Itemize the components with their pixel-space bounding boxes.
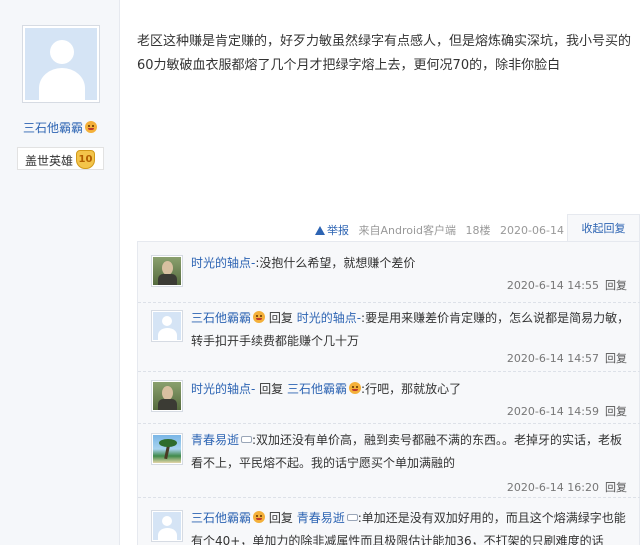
reply-time: 2020-6-14 16:20 [506, 481, 599, 494]
reply-target[interactable]: 青春易逝 [297, 511, 345, 525]
reply-list: 时光的轴点-:没抱什么希望，就想赚个差价 2020-6-14 14:55 回复 三… [137, 241, 640, 545]
post-source: 来自Android客户端 [358, 224, 457, 237]
reply-text: :行吧，那就放心了 [361, 382, 462, 396]
emoji-icon [253, 311, 266, 323]
reply-time: 2020-6-14 14:57 [506, 352, 599, 365]
reply-avatar[interactable] [151, 510, 183, 542]
hand-icon [346, 514, 358, 521]
reply-time: 2020-6-14 14:55 [506, 279, 599, 292]
reply-button[interactable]: 回复 [605, 481, 627, 494]
reply-text: :双加还没有单价高，融到卖号都融不满的东西。。老掉牙的实话，老板看不上，平民熔不… [191, 433, 623, 470]
author-sidebar: 三石他霸霸 盖世英雄 10 [0, 0, 120, 545]
hand-icon [241, 436, 253, 443]
level-number-badge: 10 [76, 150, 95, 169]
reply-button[interactable]: 回复 [605, 279, 627, 292]
report-link[interactable]: 举报 [315, 224, 349, 237]
author-avatar[interactable] [22, 25, 100, 103]
collapse-replies-button[interactable]: 收起回复 [567, 214, 640, 242]
reply-avatar[interactable] [151, 433, 183, 465]
reply-item: 时光的轴点-:没抱什么希望，就想赚个差价 2020-6-14 14:55 回复 [138, 242, 640, 303]
reply-item: 三石他霸霸 回复 青春易逝:单加还是没有双加好用的，而且这个熔满绿字也能有个40… [138, 498, 640, 545]
reply-target[interactable]: 时光的轴点- [297, 311, 361, 325]
reply-author[interactable]: 三石他霸霸 [191, 511, 251, 525]
reply-item: 三石他霸霸 回复 时光的轴点-:要是用来赚差价肯定赚的，怎么说都是简易力敏，转手… [138, 303, 640, 372]
reply-avatar[interactable] [151, 255, 183, 287]
post-floor: 18楼 [465, 224, 491, 237]
reply-item: 青春易逝:双加还没有单价高，融到卖号都融不满的东西。。老掉牙的实话，老板看不上，… [138, 424, 640, 498]
reply-author[interactable]: 时光的轴点- [191, 382, 255, 396]
author-name[interactable]: 三石他霸霸 [0, 119, 120, 136]
emoji-icon [349, 382, 362, 394]
reply-author[interactable]: 三石他霸霸 [191, 311, 251, 325]
reply-avatar[interactable] [151, 380, 183, 412]
reply-avatar[interactable] [151, 310, 183, 342]
reply-button[interactable]: 回复 [605, 352, 627, 365]
reply-author[interactable]: 时光的轴点- [191, 256, 255, 270]
emoji-icon [253, 511, 266, 523]
reply-button[interactable]: 回复 [605, 405, 627, 418]
reply-keyword: 回复 [268, 511, 293, 525]
reply-author[interactable]: 青春易逝 [191, 433, 239, 447]
warning-icon [315, 226, 325, 235]
emoji-icon [85, 121, 97, 133]
post-meta: 举报 来自Android客户端 18楼 2020-06-14 14:51 [315, 222, 605, 238]
level-name: 盖世英雄 [25, 154, 74, 168]
reply-item: 时光的轴点- 回复 三石他霸霸 :行吧，那就放心了 2020-6-14 14:59… [138, 372, 640, 424]
reply-target[interactable]: 三石他霸霸 [287, 382, 347, 396]
reply-keyword: 回复 [259, 382, 284, 396]
reply-text: :没抱什么希望，就想赚个差价 [255, 256, 416, 270]
reply-keyword: 回复 [268, 311, 293, 325]
post-content: 老区这种赚是肯定赚的，好歹力敏虽然绿字有点感人，但是熔炼确实深坑，我小号买的60… [137, 34, 632, 73]
reply-time: 2020-6-14 14:59 [506, 405, 599, 418]
level-badge[interactable]: 盖世英雄 10 [17, 147, 104, 170]
